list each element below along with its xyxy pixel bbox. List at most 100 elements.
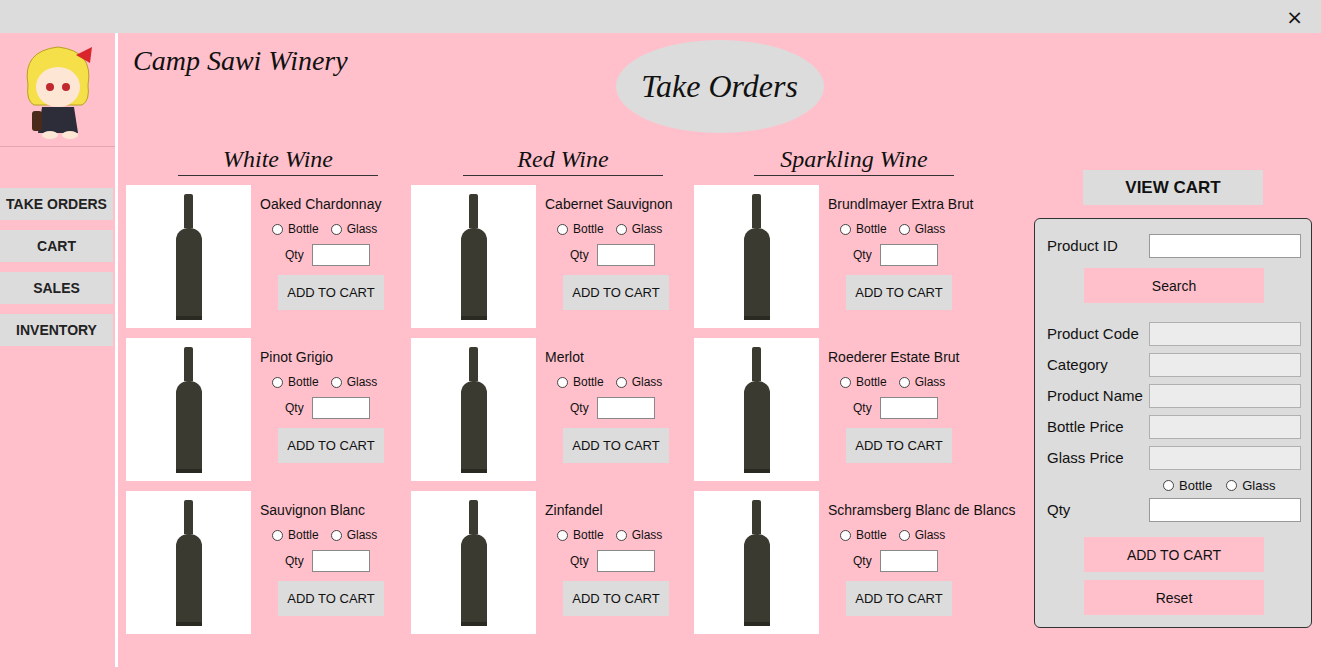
field-input[interactable] bbox=[1149, 322, 1301, 346]
add-to-cart-button[interactable]: ADD TO CART bbox=[278, 428, 384, 463]
radio-icon[interactable] bbox=[557, 530, 568, 541]
serving-radio[interactable]: Glass bbox=[1226, 478, 1275, 493]
serving-options: Bottle Glass bbox=[272, 222, 384, 236]
serving-radio[interactable]: Bottle bbox=[557, 375, 604, 389]
product-name: Cabernet Sauvignon bbox=[545, 196, 673, 212]
add-to-cart-button[interactable]: ADD TO CART bbox=[278, 275, 384, 310]
qty-input[interactable] bbox=[597, 397, 655, 419]
field-input[interactable] bbox=[1149, 353, 1301, 377]
sidebar-item[interactable]: SALES bbox=[0, 272, 113, 304]
add-to-cart-button[interactable]: ADD TO CART bbox=[846, 581, 952, 616]
view-cart-button[interactable]: VIEW CART bbox=[1083, 170, 1263, 205]
product-info: Brundlmayer Extra BrutBottleGlassQtyADD … bbox=[828, 185, 974, 328]
radio-icon[interactable] bbox=[1163, 480, 1174, 491]
radio-icon[interactable] bbox=[331, 224, 342, 235]
form-row: Product ID bbox=[1047, 233, 1301, 258]
serving-radio[interactable]: Glass bbox=[899, 528, 946, 542]
add-to-cart-button[interactable]: ADD TO CART bbox=[278, 581, 384, 616]
serving-radio[interactable]: Glass bbox=[899, 222, 946, 236]
product-photo bbox=[126, 491, 251, 634]
sidebar-item[interactable]: CART bbox=[0, 230, 113, 262]
qty-label: Qty bbox=[570, 248, 589, 262]
panel-button[interactable]: ADD TO CART bbox=[1084, 537, 1264, 572]
content: White WineOaked ChardonnayBottleGlassQty… bbox=[126, 138, 1313, 644]
serving-radio[interactable]: Glass bbox=[616, 375, 663, 389]
serving-radio[interactable]: Bottle bbox=[272, 528, 319, 542]
qty-input[interactable] bbox=[880, 397, 938, 419]
qty-row: Qty bbox=[570, 244, 673, 266]
serving-radio[interactable]: Glass bbox=[616, 222, 663, 236]
radio-icon[interactable] bbox=[616, 377, 627, 388]
serving-radio[interactable]: Glass bbox=[616, 528, 663, 542]
field-input[interactable] bbox=[1149, 415, 1301, 439]
radio-icon[interactable] bbox=[557, 224, 568, 235]
field-label: Category bbox=[1047, 356, 1108, 373]
add-to-cart-button[interactable]: ADD TO CART bbox=[846, 428, 952, 463]
radio-icon[interactable] bbox=[331, 377, 342, 388]
add-to-cart-button[interactable]: ADD TO CART bbox=[846, 275, 952, 310]
qty-input[interactable] bbox=[312, 244, 370, 266]
qty-row: Qty bbox=[570, 550, 669, 572]
radio-icon[interactable] bbox=[272, 224, 283, 235]
radio-icon[interactable] bbox=[331, 530, 342, 541]
add-to-cart-button[interactable]: ADD TO CART bbox=[563, 275, 669, 310]
field-label: Glass Price bbox=[1047, 449, 1124, 466]
field-input[interactable] bbox=[1149, 446, 1301, 470]
panel-button[interactable]: Reset bbox=[1084, 580, 1264, 615]
radio-icon[interactable] bbox=[616, 224, 627, 235]
qty-input[interactable] bbox=[312, 550, 370, 572]
product-name: Sauvignon Blanc bbox=[260, 502, 384, 518]
form-row: Product Code bbox=[1047, 321, 1301, 346]
form-row: Product Name bbox=[1047, 383, 1301, 408]
serving-radio[interactable]: Glass bbox=[899, 375, 946, 389]
radio-icon[interactable] bbox=[899, 224, 910, 235]
qty-input[interactable] bbox=[880, 244, 938, 266]
field-label: Product Code bbox=[1047, 325, 1139, 342]
radio-icon[interactable] bbox=[272, 377, 283, 388]
serving-radio[interactable]: Bottle bbox=[840, 375, 887, 389]
product-info: Pinot GrigioBottleGlassQtyADD TO CART bbox=[260, 338, 384, 481]
qty-row: Qty bbox=[570, 397, 669, 419]
radio-icon[interactable] bbox=[840, 530, 851, 541]
qty-input[interactable] bbox=[880, 550, 938, 572]
avatar bbox=[0, 33, 115, 147]
radio-icon[interactable] bbox=[899, 530, 910, 541]
qty-label: Qty bbox=[285, 248, 304, 262]
qty-input[interactable] bbox=[597, 244, 655, 266]
serving-radio[interactable]: Bottle bbox=[840, 222, 887, 236]
close-button[interactable]: × bbox=[1286, 7, 1303, 27]
radio-icon[interactable] bbox=[616, 530, 627, 541]
qty-input[interactable] bbox=[597, 550, 655, 572]
serving-radio[interactable]: Glass bbox=[331, 375, 378, 389]
radio-icon[interactable] bbox=[840, 224, 851, 235]
radio-icon[interactable] bbox=[557, 377, 568, 388]
product-id-input[interactable] bbox=[1149, 234, 1301, 258]
radio-icon[interactable] bbox=[840, 377, 851, 388]
qty-input[interactable] bbox=[1149, 498, 1301, 522]
form-row: Glass Price bbox=[1047, 445, 1301, 470]
serving-radio[interactable]: Glass bbox=[331, 222, 378, 236]
add-to-cart-button[interactable]: ADD TO CART bbox=[563, 581, 669, 616]
product-card: Schramsberg Blanc de BlancsBottleGlassQt… bbox=[694, 491, 1024, 634]
serving-radio[interactable]: Bottle bbox=[1163, 478, 1212, 493]
serving-radio[interactable]: Bottle bbox=[272, 375, 319, 389]
radio-icon[interactable] bbox=[899, 377, 910, 388]
category-header: Sparkling Wine bbox=[694, 138, 1024, 176]
sidebar-item[interactable]: INVENTORY bbox=[0, 314, 113, 346]
serving-radio[interactable]: Glass bbox=[331, 528, 378, 542]
qty-input[interactable] bbox=[312, 397, 370, 419]
serving-radio[interactable]: Bottle bbox=[557, 222, 604, 236]
radio-icon[interactable] bbox=[272, 530, 283, 541]
field-input[interactable] bbox=[1149, 384, 1301, 408]
serving-radio[interactable]: Bottle bbox=[557, 528, 604, 542]
serving-radio[interactable]: Bottle bbox=[272, 222, 319, 236]
search-button[interactable]: Search bbox=[1084, 268, 1264, 303]
bottle-icon bbox=[744, 500, 770, 626]
add-to-cart-button[interactable]: ADD TO CART bbox=[563, 428, 669, 463]
product-photo bbox=[411, 491, 536, 634]
product-card: Roederer Estate BrutBottleGlassQtyADD TO… bbox=[694, 338, 1024, 481]
product-info: Oaked ChardonnayBottleGlassQtyADD TO CAR… bbox=[260, 185, 384, 328]
serving-radio[interactable]: Bottle bbox=[840, 528, 887, 542]
sidebar-item[interactable]: TAKE ORDERS bbox=[0, 188, 113, 220]
radio-icon[interactable] bbox=[1226, 480, 1237, 491]
